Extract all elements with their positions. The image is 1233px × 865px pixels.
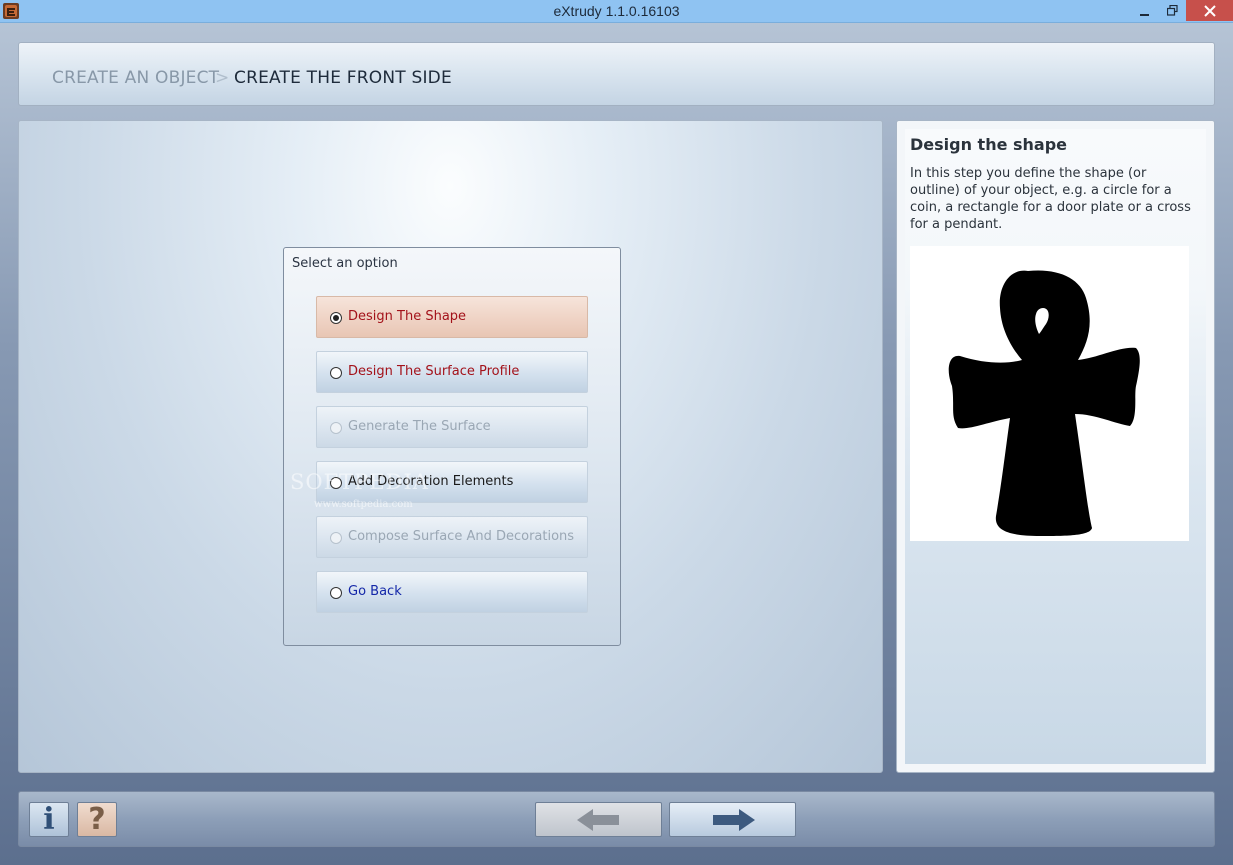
options-group-title: Select an option bbox=[292, 256, 398, 271]
info-icon: i bbox=[43, 802, 55, 837]
option-generate-surface: Generate The Surface bbox=[316, 406, 588, 448]
title-bar: eXtrudy 1.1.0.16103 bbox=[0, 0, 1233, 23]
help-title: Design the shape bbox=[910, 135, 1068, 154]
back-button[interactable] bbox=[535, 802, 662, 837]
next-button[interactable] bbox=[669, 802, 796, 837]
minimize-icon bbox=[1139, 13, 1149, 16]
restore-icon bbox=[1167, 5, 1178, 16]
close-button[interactable] bbox=[1186, 0, 1233, 21]
options-group: Select an option Design The Shape Design… bbox=[283, 247, 621, 646]
restore-button[interactable] bbox=[1158, 0, 1187, 21]
help-content: Design the shape In this step you define… bbox=[905, 129, 1206, 764]
shape-preview bbox=[910, 246, 1189, 541]
help-button[interactable]: ? bbox=[77, 802, 117, 837]
radio-dot bbox=[333, 315, 339, 321]
help-side-panel: Design the shape In this step you define… bbox=[896, 120, 1215, 773]
option-label: Go Back bbox=[348, 584, 402, 599]
radio-compose-surface-decorations bbox=[330, 532, 342, 544]
main-panel: Select an option Design The Shape Design… bbox=[18, 120, 883, 773]
bottom-toolbar: i ? bbox=[18, 791, 1215, 847]
option-design-surface-profile[interactable]: Design The Surface Profile bbox=[316, 351, 588, 393]
breadcrumb-step-front-side: CREATE THE FRONT SIDE bbox=[234, 68, 452, 88]
radio-add-decoration-elements[interactable] bbox=[330, 477, 342, 489]
window-title: eXtrudy 1.1.0.16103 bbox=[553, 3, 680, 19]
option-design-shape[interactable]: Design The Shape bbox=[316, 296, 588, 338]
minimize-button[interactable] bbox=[1130, 0, 1159, 21]
option-compose-surface-decorations: Compose Surface And Decorations bbox=[316, 516, 588, 558]
option-label: Generate The Surface bbox=[348, 419, 491, 434]
arrow-right-icon bbox=[712, 808, 755, 831]
option-label: Add Decoration Elements bbox=[348, 474, 514, 489]
info-button[interactable]: i bbox=[29, 802, 69, 837]
breadcrumb-separator: > bbox=[215, 68, 230, 88]
ankh-shape-icon bbox=[948, 270, 1140, 536]
option-label: Compose Surface And Decorations bbox=[348, 529, 575, 544]
breadcrumb: CREATE AN OBJECT > CREATE THE FRONT SIDE bbox=[18, 42, 1215, 106]
radio-design-shape[interactable] bbox=[330, 312, 342, 324]
breadcrumb-step-create-object[interactable]: CREATE AN OBJECT bbox=[52, 68, 219, 88]
help-icon: ? bbox=[88, 802, 106, 837]
help-description: In this step you define the shape (or ou… bbox=[910, 166, 1191, 232]
option-go-back[interactable]: Go Back bbox=[316, 571, 588, 613]
radio-design-surface-profile[interactable] bbox=[330, 367, 342, 379]
radio-generate-surface bbox=[330, 422, 342, 434]
close-icon bbox=[1203, 4, 1216, 17]
option-label: Design The Shape bbox=[348, 309, 467, 324]
option-add-decoration-elements[interactable]: Add Decoration Elements bbox=[316, 461, 588, 503]
radio-go-back[interactable] bbox=[330, 587, 342, 599]
option-label: Design The Surface Profile bbox=[348, 364, 520, 379]
arrow-left-icon bbox=[576, 808, 619, 831]
